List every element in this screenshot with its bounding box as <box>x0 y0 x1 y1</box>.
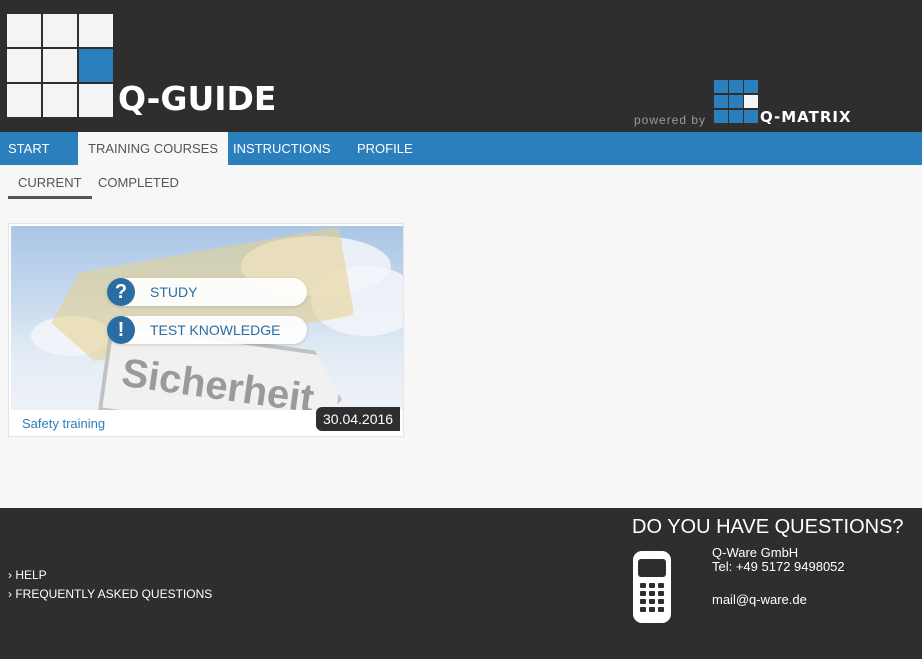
brand-title: Q-GUIDE <box>118 79 277 118</box>
main-nav: START TRAINING COURSES INSTRUCTIONS PROF… <box>0 132 922 165</box>
nav-item-start[interactable]: START <box>0 132 57 165</box>
tab-completed[interactable]: COMPLETED <box>88 171 189 199</box>
q-matrix-logo <box>714 80 758 123</box>
company-name: Q-Ware GmbH <box>712 545 799 560</box>
nav-item-training-courses[interactable]: TRAINING COURSES <box>78 132 229 165</box>
question-icon: ? <box>107 278 135 306</box>
header: Q-GUIDE powered by Q-MATRIX <box>0 0 922 132</box>
help-link[interactable]: › HELP <box>8 568 47 582</box>
phone-number: Tel: +49 5172 9498052 <box>712 559 845 574</box>
nav-item-profile[interactable]: PROFILE <box>349 132 421 165</box>
powered-by-label: powered by <box>634 113 707 127</box>
nav-item-instructions[interactable]: INSTRUCTIONS <box>225 132 339 165</box>
course-image: Sicherheit ? STUDY ! TEST KNOWLEDGE <box>11 226 403 410</box>
footer: › HELP › FREQUENTLY ASKED QUESTIONS DO Y… <box>0 508 922 659</box>
phone-icon <box>633 551 671 623</box>
questions-title: DO YOU HAVE QUESTIONS? <box>632 516 904 538</box>
course-title[interactable]: Safety training <box>22 416 105 431</box>
tab-current[interactable]: CURRENT <box>8 171 92 199</box>
course-date-badge: 30.04.2016 <box>316 407 401 431</box>
faq-link[interactable]: › FREQUENTLY ASKED QUESTIONS <box>8 587 212 601</box>
study-label: STUDY <box>150 284 198 300</box>
test-knowledge-label: TEST KNOWLEDGE <box>150 322 281 338</box>
partner-name: Q-MATRIX <box>760 108 852 126</box>
email-link[interactable]: mail@q-ware.de <box>712 592 807 607</box>
test-knowledge-button[interactable]: ! TEST KNOWLEDGE <box>107 316 307 344</box>
q-guide-logo[interactable] <box>7 14 113 118</box>
study-button[interactable]: ? STUDY <box>107 278 307 306</box>
course-card[interactable]: Sicherheit ? STUDY ! TEST KNOWLEDGE 30.0… <box>8 223 404 437</box>
exclamation-icon: ! <box>107 316 135 344</box>
